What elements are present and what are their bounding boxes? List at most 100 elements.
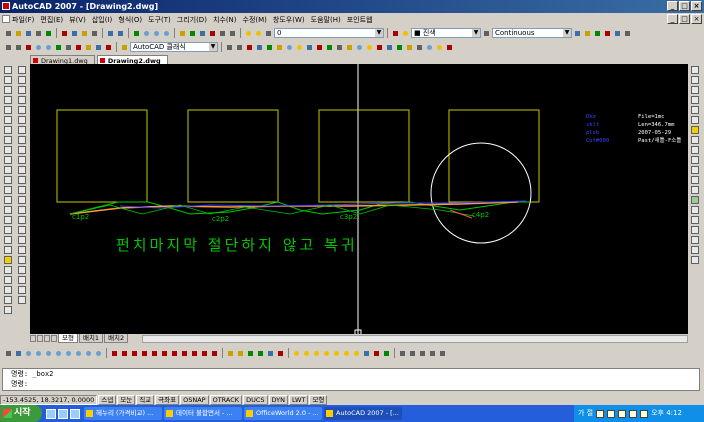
media-icon[interactable] [70, 408, 80, 419]
modify-copy-icon[interactable] [18, 76, 26, 84]
tool-icon-t[interactable] [415, 43, 424, 52]
panel-icon-2[interactable] [408, 349, 417, 358]
tab-layout1[interactable]: 배치1 [78, 334, 104, 343]
osnap-tangent-icon[interactable] [160, 349, 169, 358]
draw-table-icon[interactable] [4, 236, 12, 244]
zoom-previous-icon[interactable] [162, 29, 171, 38]
tool-icon-a[interactable] [225, 43, 234, 52]
erase-icon[interactable] [24, 43, 33, 52]
tool-icon-k[interactable] [325, 43, 334, 52]
layer-state-icon[interactable] [254, 29, 263, 38]
tab-layout2[interactable]: 배치2 [104, 334, 129, 343]
modify-misc1-icon[interactable] [18, 226, 26, 234]
draw-misc6-icon[interactable] [4, 306, 12, 314]
minimize-button[interactable]: _ [667, 1, 678, 11]
style-combo[interactable]: AutoCAD 클래식 ▼ [130, 42, 218, 52]
menu-window[interactable]: 창도우(W) [273, 15, 305, 25]
punch-icon-8[interactable] [362, 349, 371, 358]
ie-icon[interactable] [46, 408, 56, 419]
right-tool-20-icon[interactable] [691, 256, 699, 264]
text-style-icon[interactable] [120, 43, 129, 52]
draw-hatch-icon[interactable] [4, 206, 12, 214]
color-combo[interactable]: ■ 진색 ▼ [411, 28, 481, 38]
print-icon[interactable] [34, 29, 43, 38]
quickcalc-icon[interactable] [228, 29, 237, 38]
open-icon[interactable] [14, 29, 23, 38]
tray-icon-1[interactable] [596, 409, 605, 418]
task-button-3[interactable]: OfficeWorld 2.0 - ... [244, 407, 322, 420]
util-icon-6[interactable] [276, 349, 285, 358]
insert-icon[interactable] [104, 43, 113, 52]
tab-model[interactable]: 모형 [58, 334, 78, 343]
task-button-autocad[interactable]: AutoCAD 2007 - [... [324, 407, 402, 420]
tab-nav-next[interactable] [44, 335, 50, 342]
circle-icon[interactable] [34, 43, 43, 52]
modify-rotate-icon[interactable] [18, 126, 26, 134]
tool-icon-g[interactable] [285, 43, 294, 52]
ducs-button[interactable]: DUCS [243, 394, 268, 405]
right-tool-1-icon[interactable] [691, 66, 699, 74]
draw-misc2-icon[interactable] [4, 266, 12, 274]
right-tool-18-icon[interactable] [691, 236, 699, 244]
osnap-midpoint-icon[interactable] [120, 349, 129, 358]
right-tool-10-icon[interactable] [691, 156, 699, 164]
util-icon-4[interactable] [256, 349, 265, 358]
draw-point-icon[interactable] [4, 196, 12, 204]
modify-offset-icon[interactable] [18, 96, 26, 104]
zoom-center-icon[interactable] [74, 349, 83, 358]
maximize-button[interactable]: □ [679, 1, 690, 11]
model-button[interactable]: 모형 [309, 394, 328, 405]
start-button[interactable]: 시작 [0, 405, 42, 422]
new-icon[interactable] [4, 29, 13, 38]
zoom-scale-icon[interactable] [64, 349, 73, 358]
osnap-intersection-icon[interactable] [130, 349, 139, 358]
right-tool-16-icon[interactable] [691, 216, 699, 224]
draw-spline-icon[interactable] [4, 146, 12, 154]
modify-break-icon[interactable] [18, 176, 26, 184]
util-icon-5[interactable] [266, 349, 275, 358]
right-tool-4-icon[interactable] [691, 96, 699, 104]
tool-icon-v[interactable] [435, 43, 444, 52]
punch-icon-9[interactable] [372, 349, 381, 358]
tool-icon-r[interactable] [395, 43, 404, 52]
ellipse-icon[interactable] [54, 43, 63, 52]
osnap-endpoint-icon[interactable] [110, 349, 119, 358]
right-tool-19-icon[interactable] [691, 246, 699, 254]
layer-combo[interactable]: 0 ▼ [274, 28, 384, 38]
task-button-1[interactable]: 헤누리 (가격비교) ... [84, 407, 162, 420]
match-properties-icon[interactable] [90, 29, 99, 38]
preview-icon[interactable] [44, 29, 53, 38]
punch-icon-1[interactable] [292, 349, 301, 358]
save-icon[interactable] [24, 29, 33, 38]
modify-trim-icon[interactable] [18, 156, 26, 164]
modify-erase-icon[interactable] [18, 66, 26, 74]
tool-icon-h[interactable] [295, 43, 304, 52]
line-icon[interactable] [4, 43, 13, 52]
osnap-settings-icon[interactable] [210, 349, 219, 358]
lwt-button[interactable]: LWT [289, 394, 309, 405]
tab-nav-first[interactable] [30, 335, 36, 342]
osnap-center-icon[interactable] [140, 349, 149, 358]
tool-icon-b[interactable] [235, 43, 244, 52]
menu-pointweb[interactable]: 포인트웹 [347, 15, 373, 25]
draw-rectangle-icon[interactable] [4, 106, 12, 114]
horizontal-scrollbar[interactable] [142, 335, 688, 343]
tool-icon-n[interactable] [355, 43, 364, 52]
punch-icon-2[interactable] [302, 349, 311, 358]
draw-revcloud-icon[interactable] [4, 136, 12, 144]
punch-icon-6[interactable] [342, 349, 351, 358]
right-tool-8-icon[interactable] [691, 136, 699, 144]
tool-icon-i[interactable] [305, 43, 314, 52]
tray-icon-2[interactable] [607, 409, 616, 418]
punch-icon-4[interactable] [322, 349, 331, 358]
right-tool-12-icon[interactable] [691, 176, 699, 184]
command-window[interactable]: 명령: _box2 명령: [2, 368, 700, 391]
osnap-button[interactable]: OSNAP [180, 394, 209, 405]
tool-icon-l[interactable] [335, 43, 344, 52]
zoom-realtime-icon[interactable] [142, 29, 151, 38]
tool-icon-d[interactable] [255, 43, 264, 52]
draw-line-icon[interactable] [4, 66, 12, 74]
punch-icon-10[interactable] [382, 349, 391, 358]
grid-button[interactable]: 모눈 [117, 394, 136, 405]
draw-insert-icon[interactable] [4, 176, 12, 184]
